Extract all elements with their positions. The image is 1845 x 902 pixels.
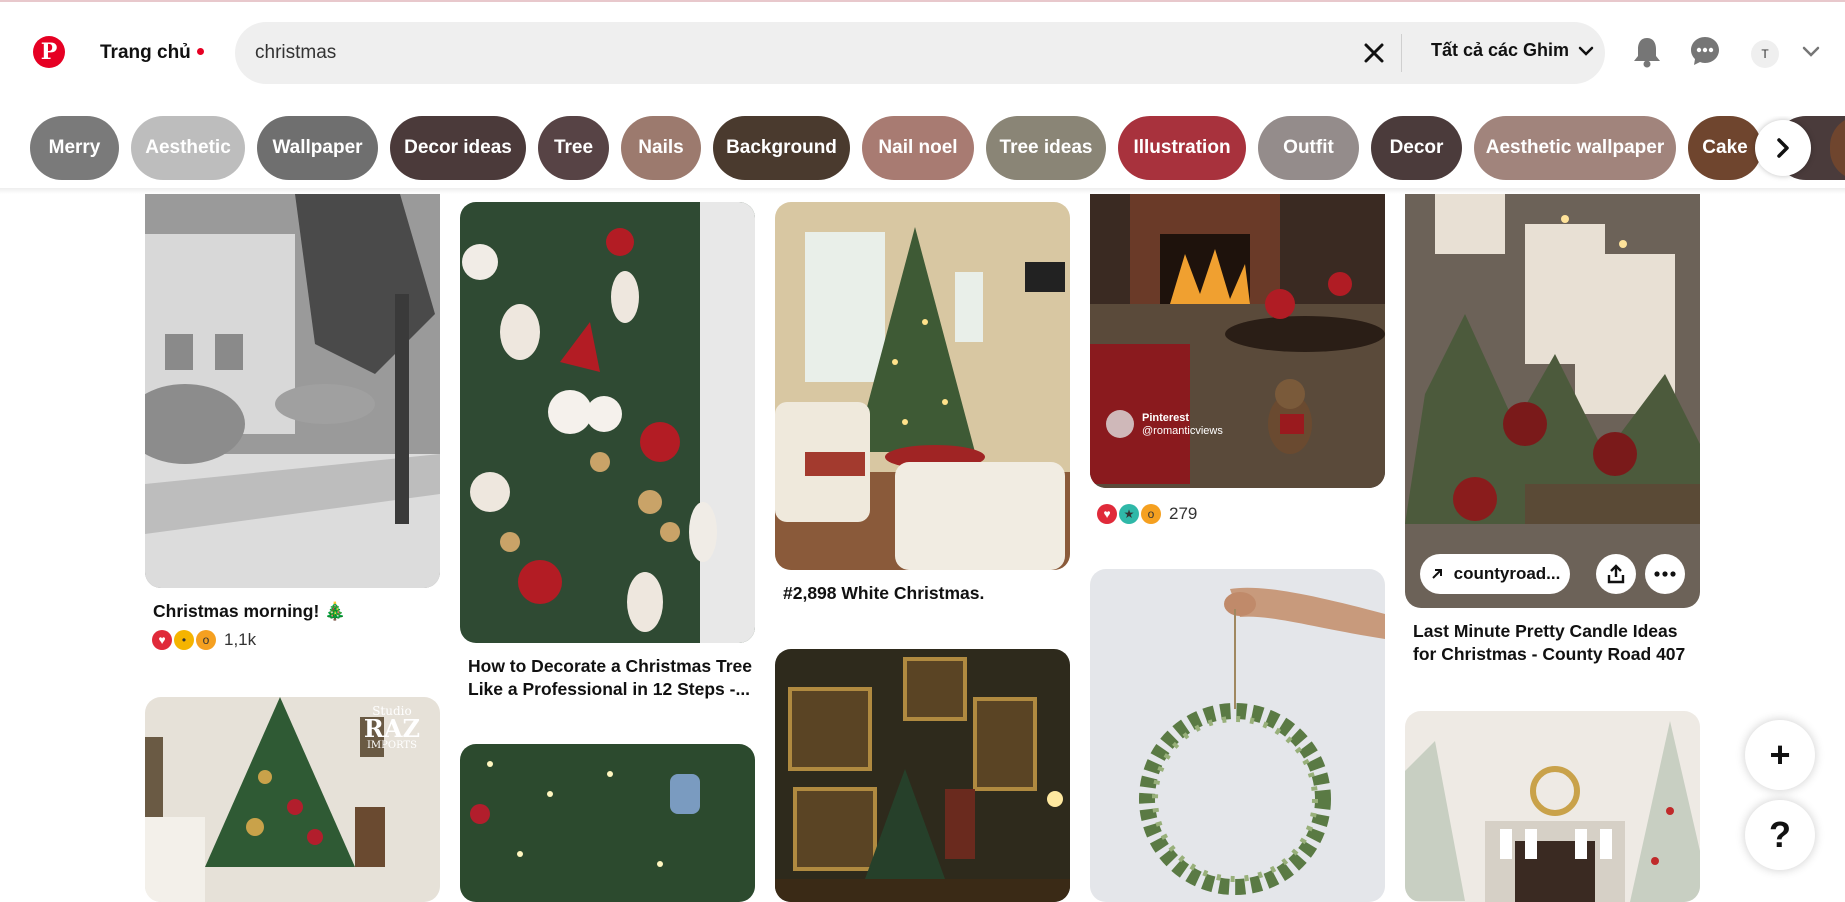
- pin-image-snowy-house[interactable]: [145, 194, 440, 588]
- search-bar: Tất cả các Ghim: [235, 22, 1605, 84]
- heart-reaction-icon: ♥: [1097, 504, 1117, 524]
- avatar[interactable]: T: [1751, 40, 1779, 68]
- pin-image-candles[interactable]: countyroad...: [1405, 194, 1700, 608]
- watermark-line: @romanticviews: [1142, 425, 1223, 437]
- watermark-line: IMPORTS: [366, 740, 417, 751]
- clear-search-icon[interactable]: [1360, 39, 1388, 67]
- more-options-button[interactable]: [1645, 554, 1685, 594]
- notification-dot: [197, 48, 204, 55]
- pinterest-logo-icon[interactable]: P: [33, 36, 65, 68]
- chip-decor-ideas[interactable]: Decor ideas: [390, 116, 526, 180]
- chip-decor[interactable]: Decor: [1371, 116, 1462, 180]
- pin-image-fireplace-dog[interactable]: Pinterest @romanticviews: [1090, 194, 1385, 488]
- chip-tree-ideas[interactable]: Tree ideas: [986, 116, 1106, 180]
- search-input[interactable]: [255, 22, 1355, 84]
- reaction-count: 279: [1169, 504, 1198, 523]
- pin-watermark: Pinterest @romanticviews: [1142, 412, 1223, 438]
- search-divider: [1401, 34, 1402, 72]
- related-search-chips: Merry Aesthetic Wallpaper Decor ideas Tr…: [0, 116, 1845, 182]
- chip-nails[interactable]: Nails: [621, 116, 701, 180]
- chip-nail-noel[interactable]: Nail noel: [862, 116, 974, 180]
- share-icon: [1607, 564, 1625, 584]
- chip-tree[interactable]: Tree: [538, 116, 609, 180]
- watermark-line: RAZ: [363, 714, 420, 743]
- home-link[interactable]: Trang chủ: [100, 42, 191, 64]
- pin-image-raz-tree[interactable]: Studio RAZ IMPORTS: [145, 697, 440, 902]
- pin-filter-dropdown[interactable]: Tất cả các Ghim: [1431, 40, 1595, 61]
- pin-source-label: countyroad...: [1453, 564, 1561, 583]
- smile-reaction-icon: •: [174, 630, 194, 650]
- pin-image-mantel[interactable]: [1405, 711, 1700, 902]
- arrow-up-right-icon: [1431, 569, 1442, 579]
- share-button[interactable]: [1596, 554, 1636, 594]
- chip-merry[interactable]: Merry: [30, 116, 119, 180]
- heart-reaction-icon: ♥: [152, 630, 172, 650]
- chip-background[interactable]: Background: [713, 116, 850, 180]
- wow-reaction-icon: o: [1141, 504, 1161, 524]
- pin-image-tree-closeup[interactable]: [460, 744, 755, 902]
- chip-outfit[interactable]: Outfit: [1258, 116, 1359, 180]
- pin-image-white-christmas-room[interactable]: [775, 202, 1070, 570]
- pin-watermark: Studio RAZ IMPORTS: [364, 705, 420, 751]
- pin-reactions: ♥ ★ o 279: [1097, 504, 1197, 524]
- notifications-bell-icon[interactable]: [1630, 34, 1664, 70]
- pin-title[interactable]: How to Decorate a Christmas Tree Like a …: [468, 655, 758, 701]
- pin-image-wreath[interactable]: [1090, 569, 1385, 902]
- chip-aesthetic[interactable]: Aesthetic: [131, 116, 245, 180]
- pin-title[interactable]: Last Minute Pretty Candle Ideas for Chri…: [1413, 620, 1703, 666]
- pin-title[interactable]: Christmas morning! 🎄: [153, 600, 443, 623]
- chip-illustration[interactable]: Illustration: [1118, 116, 1246, 180]
- top-header: P Trang chủ Tất cả các Ghim T: [0, 2, 1845, 94]
- star-reaction-icon: ★: [1119, 504, 1139, 524]
- ellipsis-icon: [1654, 571, 1676, 577]
- pin-image-portrait-room[interactable]: [775, 649, 1070, 902]
- help-button[interactable]: ?: [1745, 800, 1815, 870]
- chip-cake[interactable]: Cake: [1688, 116, 1762, 180]
- chip-scroll-right-button[interactable]: [1755, 120, 1811, 176]
- wow-reaction-icon: o: [196, 630, 216, 650]
- messages-icon[interactable]: [1688, 34, 1722, 68]
- watermark-line: Pinterest: [1142, 412, 1190, 424]
- chevron-right-icon: [1777, 138, 1789, 158]
- pin-filter-label: Tất cả các Ghim: [1431, 40, 1570, 60]
- pin-source-link[interactable]: countyroad...: [1420, 554, 1570, 594]
- chip-wallpaper[interactable]: Wallpaper: [257, 116, 378, 180]
- pin-reactions: ♥ • o 1,1k: [152, 630, 256, 650]
- chip-aesthetic-wallpaper[interactable]: Aesthetic wallpaper: [1474, 116, 1676, 180]
- account-chevron-down-icon[interactable]: [1799, 42, 1823, 62]
- pin-image-decorated-tree[interactable]: [460, 202, 755, 643]
- chevron-down-icon: [1578, 46, 1594, 56]
- pin-title[interactable]: #2,898 White Christmas.: [783, 582, 1073, 605]
- reaction-count: 1,1k: [224, 630, 257, 649]
- add-button[interactable]: +: [1745, 720, 1815, 790]
